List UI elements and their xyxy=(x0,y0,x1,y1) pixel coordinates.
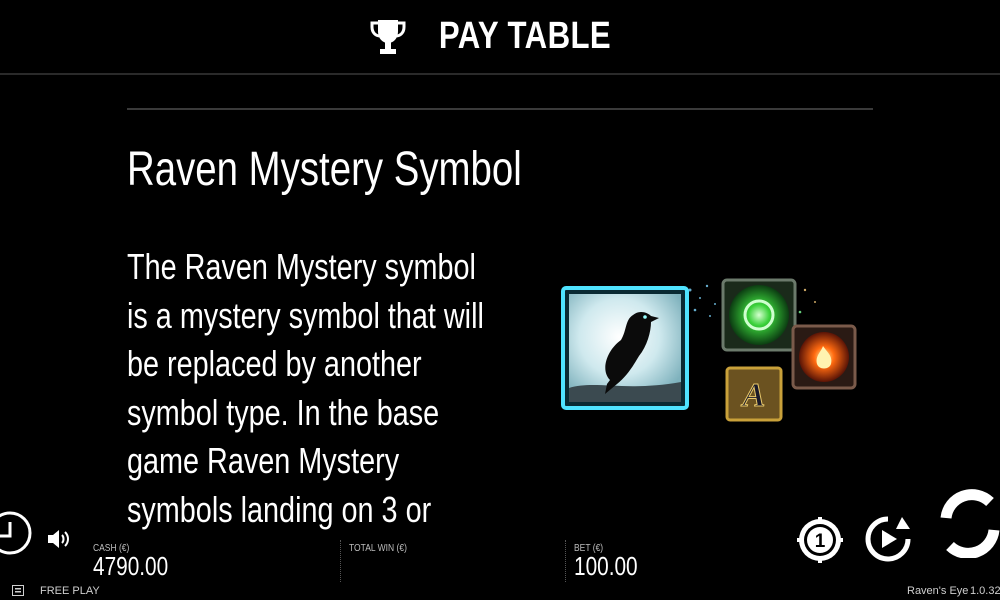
fire-orb-symbol xyxy=(791,324,857,390)
spin-button[interactable] xyxy=(938,488,1000,558)
menu-icon[interactable] xyxy=(12,585,24,596)
pay-table-header: PAY TABLE xyxy=(0,0,1000,75)
footer-separator xyxy=(340,540,341,582)
letter-a-symbol: A xyxy=(725,366,783,422)
page-title: PAY TABLE xyxy=(438,15,612,57)
version-label: 1.0.32 xyxy=(970,585,1000,597)
raven-symbol-tile xyxy=(561,286,689,410)
home-button[interactable] xyxy=(0,508,38,558)
section-title: Raven Mystery Symbol xyxy=(127,143,522,196)
free-play-label: FREE PLAY xyxy=(40,585,100,597)
raven-mystery-illustration: A xyxy=(561,278,857,422)
total-win-label: TOTAL WIN (€) xyxy=(349,543,407,554)
trophy-icon xyxy=(370,19,406,54)
footer-separator xyxy=(565,540,566,582)
coin-value-text: 1 xyxy=(815,531,826,552)
section-description: The Raven Mystery symbol is a mystery sy… xyxy=(127,246,484,543)
autoplay-button[interactable] xyxy=(864,515,912,563)
bet-value: 100.00 xyxy=(574,551,638,581)
letter-a-text: A xyxy=(741,377,766,414)
coin-bet-button[interactable]: 1 xyxy=(797,517,843,563)
cash-value: 4790.00 xyxy=(93,551,169,581)
content-divider xyxy=(127,108,873,110)
game-name: Raven's Eye xyxy=(907,585,969,597)
green-orb-symbol xyxy=(721,278,797,352)
sound-icon[interactable] xyxy=(46,528,70,550)
description-scroll-area[interactable]: The Raven Mystery symbol is a mystery sy… xyxy=(127,243,547,543)
